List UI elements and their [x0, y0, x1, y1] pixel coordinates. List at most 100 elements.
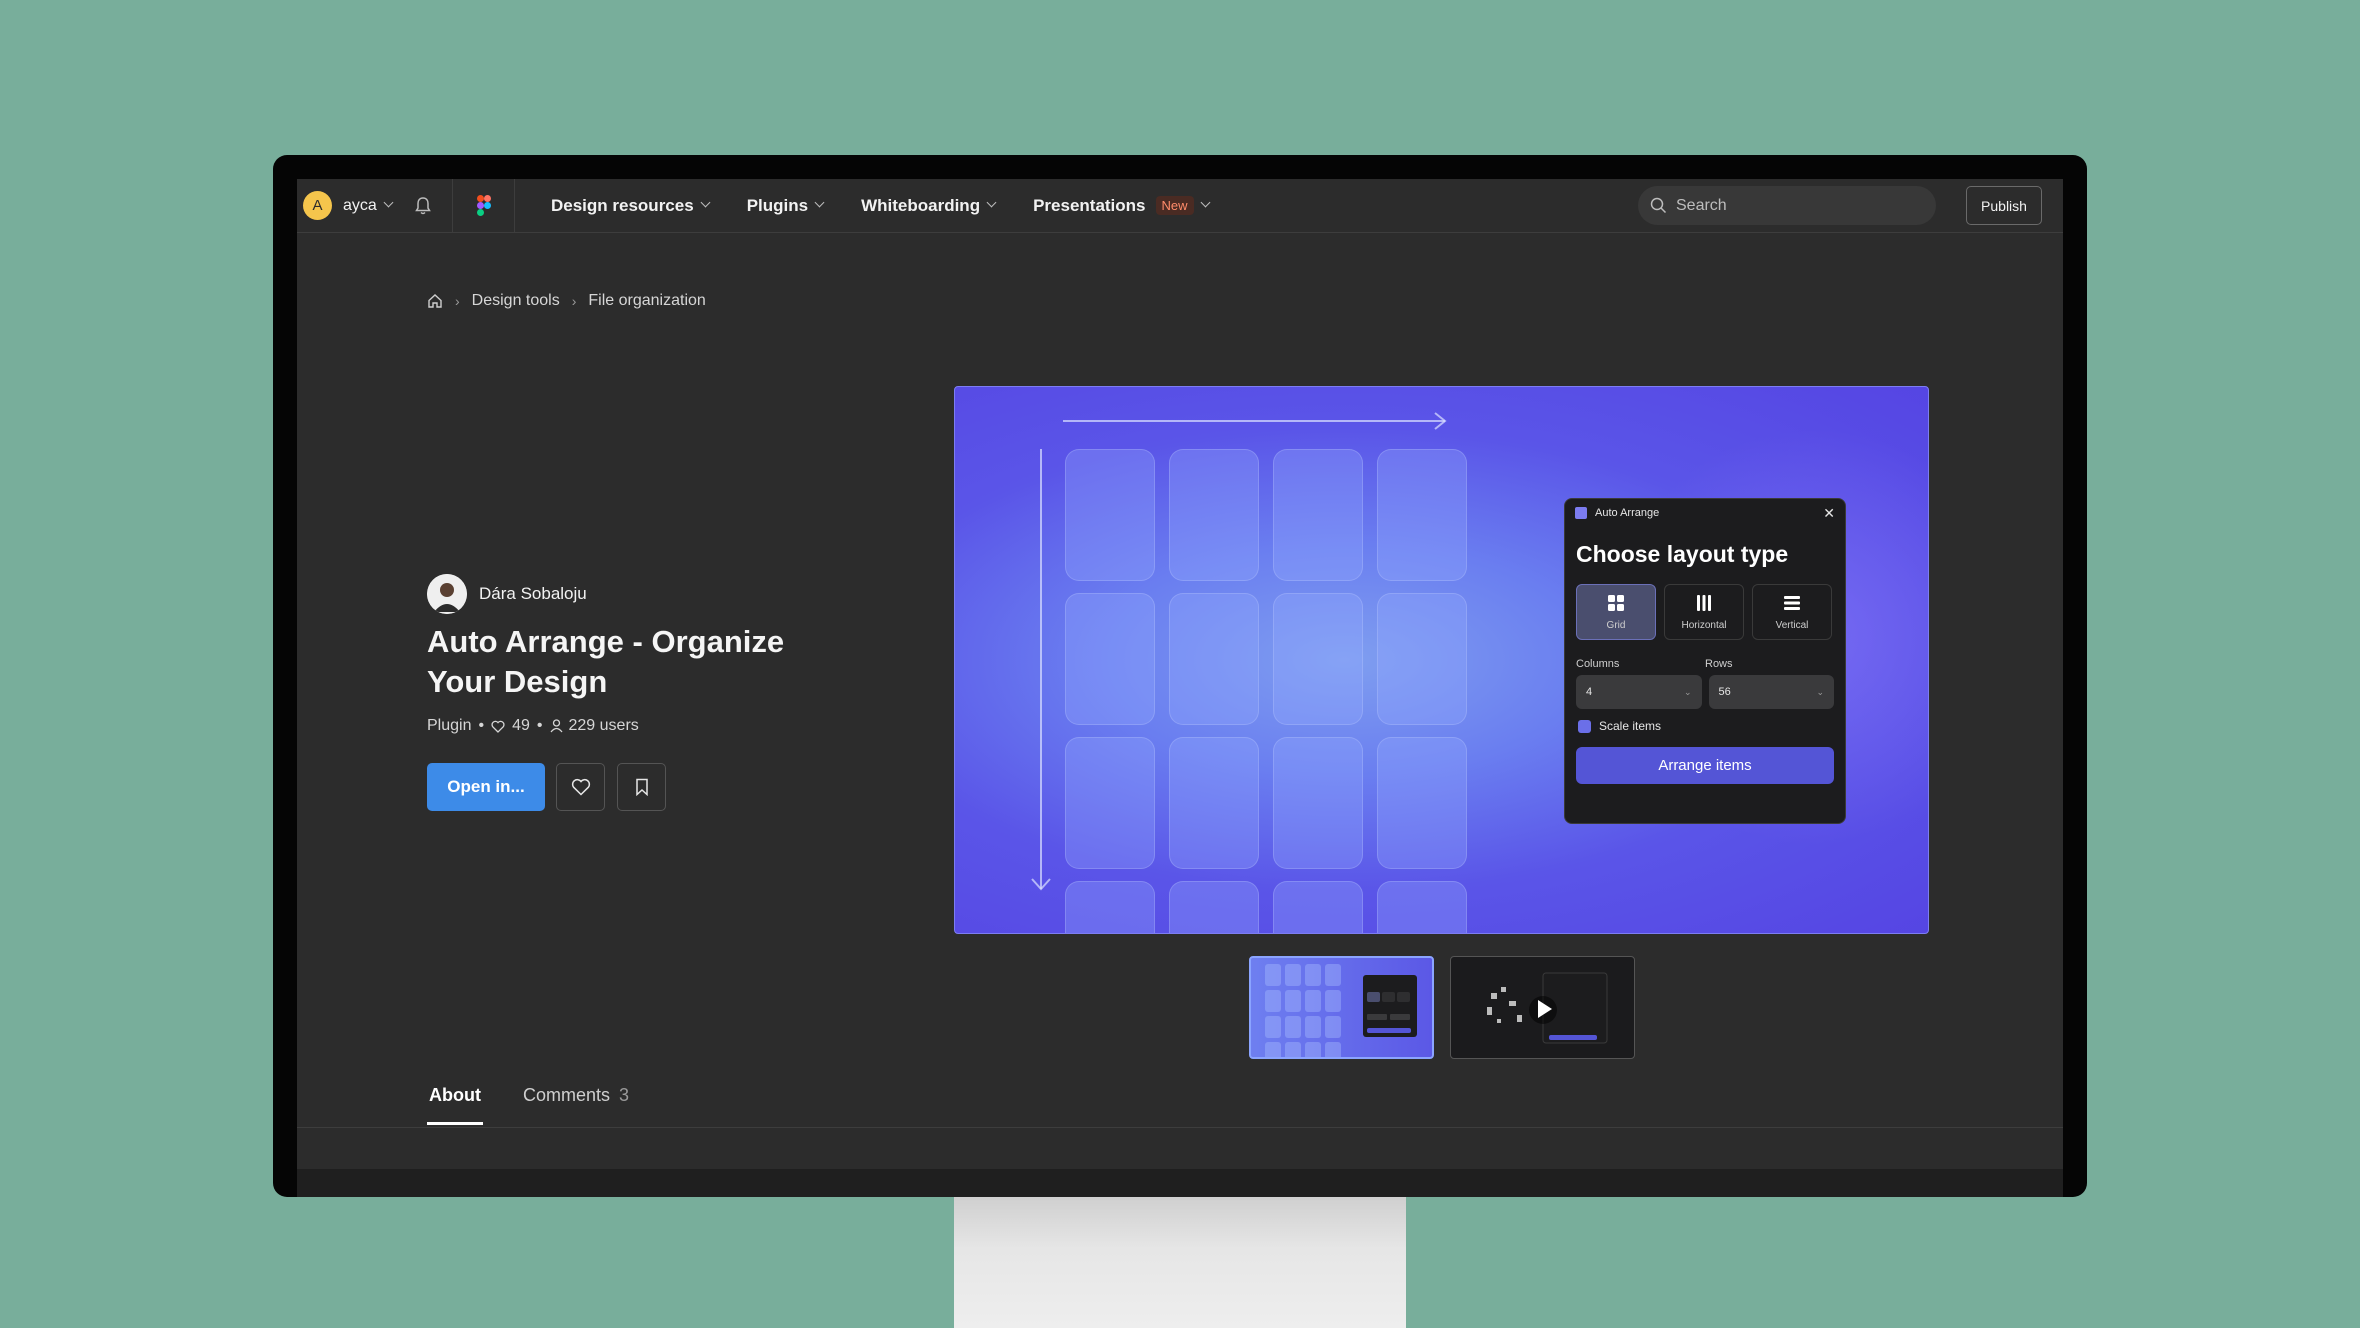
- author-avatar: [427, 574, 467, 614]
- author-name: Dára Sobaloju: [479, 584, 587, 603]
- search-input[interactable]: [1676, 196, 1916, 215]
- page-bottom: [297, 1169, 2063, 1197]
- chevron-down-icon: [814, 197, 825, 208]
- grid-tile: [1169, 449, 1259, 581]
- scale-items-row: Scale items: [1565, 709, 1845, 733]
- grid-tile: [1065, 593, 1155, 725]
- panel-header: Auto Arrange ✕: [1565, 499, 1845, 527]
- user-menu[interactable]: A ayca: [297, 179, 453, 233]
- thumbnail-video-2[interactable]: [1450, 956, 1635, 1059]
- heart-icon: [571, 778, 590, 796]
- user-icon: [549, 719, 563, 733]
- grid-tile: [1273, 737, 1363, 869]
- grid-tile: [1377, 593, 1467, 725]
- tab-divider: [297, 1127, 2063, 1128]
- tab-about-label: About: [429, 1085, 481, 1105]
- breadcrumb: › Design tools › File organization: [427, 292, 706, 310]
- breadcrumb-design-tools[interactable]: Design tools: [472, 292, 560, 310]
- columns-select: 4 ⌄: [1576, 675, 1702, 709]
- main-menu: Design resources Plugins Whiteboarding P…: [551, 196, 1247, 216]
- user-name: ayca: [343, 196, 377, 214]
- search-bar[interactable]: [1638, 186, 1936, 225]
- arrange-items-button: Arrange items: [1576, 747, 1834, 784]
- user-avatar: A: [303, 191, 332, 220]
- grid-tile: [1377, 449, 1467, 581]
- columns-label: Columns: [1576, 658, 1620, 670]
- columns-value: 4: [1586, 686, 1593, 698]
- layout-options: Grid Horizontal Vertical: [1565, 568, 1845, 640]
- menu-plugins-label: Plugins: [746, 195, 809, 215]
- panel-heading: Choose layout type: [1576, 541, 1789, 567]
- chevron-down-icon: ⌄: [1816, 686, 1824, 697]
- plugin-type: Plugin: [427, 717, 472, 734]
- columns-icon: [1697, 594, 1711, 611]
- like-button[interactable]: [556, 763, 605, 811]
- figma-logo-icon: [476, 195, 491, 216]
- meta-separator: •: [536, 717, 543, 734]
- menu-design-resources-label: Design resources: [551, 195, 694, 215]
- open-in-button[interactable]: Open in...: [427, 763, 545, 811]
- breadcrumb-file-organization[interactable]: File organization: [588, 292, 705, 310]
- comments-count: 3: [619, 1085, 630, 1105]
- grid-tile: [1377, 881, 1467, 933]
- scale-items-label: Scale items: [1599, 719, 1662, 733]
- preview-image: Auto Arrange ✕ Choose layout type Grid H…: [954, 386, 1929, 934]
- layout-option-vertical: Vertical: [1752, 584, 1832, 640]
- close-icon: ✕: [1823, 504, 1835, 521]
- rows-select: 56 ⌄: [1708, 675, 1834, 709]
- plugin-icon: [1575, 507, 1587, 519]
- tab-comments[interactable]: Comments 3: [523, 1085, 629, 1125]
- tab-about[interactable]: About: [427, 1085, 483, 1125]
- menu-whiteboarding[interactable]: Whiteboarding: [861, 195, 997, 216]
- new-badge: New: [1155, 196, 1194, 215]
- panel-title: Auto Arrange: [1595, 507, 1660, 519]
- layout-option-horizontal: Horizontal: [1664, 584, 1744, 640]
- arrow-down-icon: [1031, 449, 1051, 891]
- plugin-title: Auto Arrange - Organize Your Design: [427, 624, 785, 699]
- grid-tile: [1065, 881, 1155, 933]
- grid-tile: [1273, 881, 1363, 933]
- plugin-panel: Auto Arrange ✕ Choose layout type Grid H…: [1564, 498, 1846, 824]
- arrow-right-icon: [1063, 412, 1447, 430]
- publish-button[interactable]: Publish: [1966, 186, 2042, 225]
- menu-plugins[interactable]: Plugins: [746, 195, 825, 216]
- field-labels: Columns Rows: [1565, 640, 1845, 670]
- field-selects: 4 ⌄ 56 ⌄: [1565, 670, 1845, 709]
- grid-tile: [1169, 593, 1259, 725]
- menu-design-resources[interactable]: Design resources: [551, 195, 711, 216]
- layout-option-label: Vertical: [1775, 619, 1809, 631]
- play-icon: [1538, 1000, 1552, 1018]
- chevron-down-icon: [700, 197, 711, 208]
- heart-icon: [491, 720, 505, 733]
- chevron-down-icon: [383, 197, 394, 208]
- chevron-down-icon: ⌄: [1683, 686, 1692, 697]
- top-nav: A ayca Design resources Plugins Whiteboa…: [297, 179, 2063, 233]
- bookmark-icon: [635, 778, 648, 796]
- bell-icon[interactable]: [414, 196, 432, 216]
- chevron-down-icon: [986, 197, 997, 208]
- grid-tile: [1169, 881, 1259, 933]
- thumbnail-image-1[interactable]: [1249, 956, 1434, 1059]
- grid-icon: [1608, 594, 1624, 611]
- grid-tile: [1065, 449, 1155, 581]
- menu-whiteboarding-label: Whiteboarding: [861, 195, 981, 215]
- author[interactable]: Dára Sobaloju: [427, 574, 587, 614]
- menu-presentations-label: Presentations: [1033, 195, 1146, 215]
- content-tabs: About Comments 3: [427, 1085, 669, 1125]
- grid-tile: [1169, 737, 1259, 869]
- search-icon: [1650, 197, 1667, 214]
- grid-tile: [1273, 593, 1363, 725]
- layout-option-grid: Grid: [1576, 584, 1656, 640]
- grid-tile: [1273, 449, 1363, 581]
- figma-logo-link[interactable]: [453, 179, 515, 233]
- breadcrumb-separator: ›: [455, 293, 460, 309]
- tab-comments-label: Comments: [522, 1085, 611, 1105]
- monitor: A ayca Design resources Plugins Whiteboa…: [273, 155, 2087, 1197]
- user-count: 229 users: [568, 717, 639, 734]
- breadcrumb-separator: ›: [571, 293, 577, 309]
- home-icon[interactable]: [427, 293, 443, 309]
- bookmark-button[interactable]: [617, 763, 666, 811]
- checkbox-icon: [1578, 719, 1591, 733]
- like-count: 49: [512, 717, 530, 734]
- menu-presentations[interactable]: Presentations New: [1033, 195, 1210, 216]
